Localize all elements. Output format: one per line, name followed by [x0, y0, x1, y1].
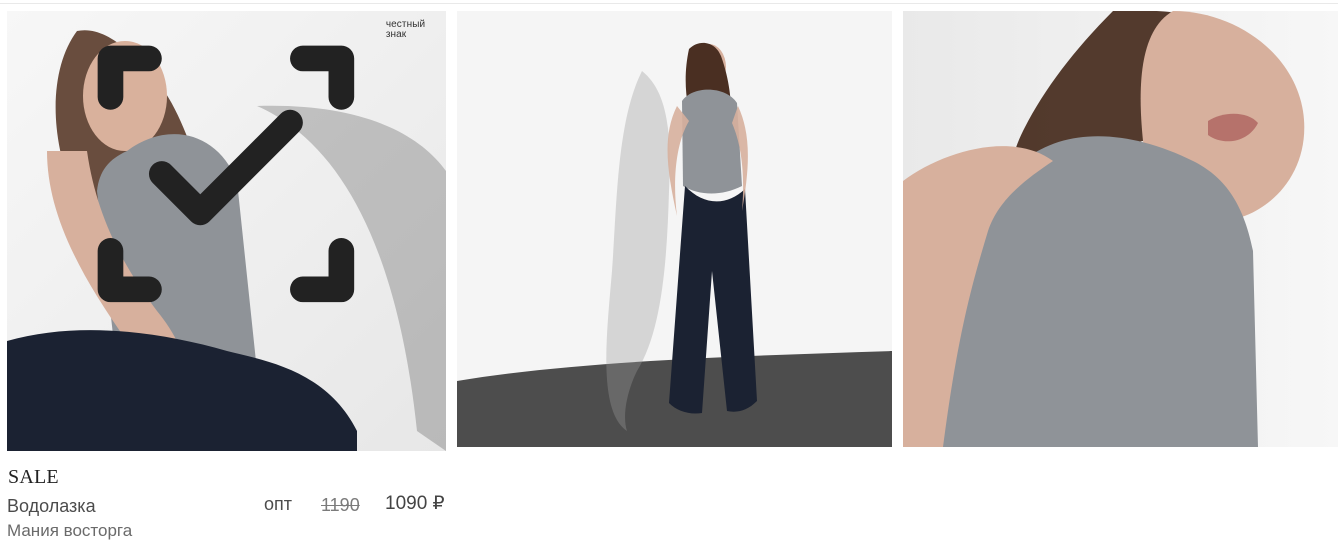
product-title[interactable]: Водолазка [7, 495, 96, 517]
chestny-znak-badge: честный знак [72, 20, 432, 328]
product-photo-2[interactable] [457, 11, 892, 447]
price-mode-label: опт [264, 494, 293, 514]
old-price: 1190 [321, 495, 360, 515]
product-photo-2-illustration [457, 11, 892, 447]
chestny-znak-text: честный знак [385, 19, 426, 40]
top-divider [0, 3, 1338, 4]
checkmark-scan-icon [97, 45, 355, 303]
product-photo-3[interactable] [903, 11, 1338, 447]
sale-label: SALE [8, 466, 59, 488]
product-photo-3-illustration [903, 11, 1338, 447]
product-brand[interactable]: Мания восторга [7, 521, 132, 541]
product-photo-1[interactable]: честный знак [7, 11, 446, 451]
current-price: 1090 ₽ [385, 493, 445, 514]
